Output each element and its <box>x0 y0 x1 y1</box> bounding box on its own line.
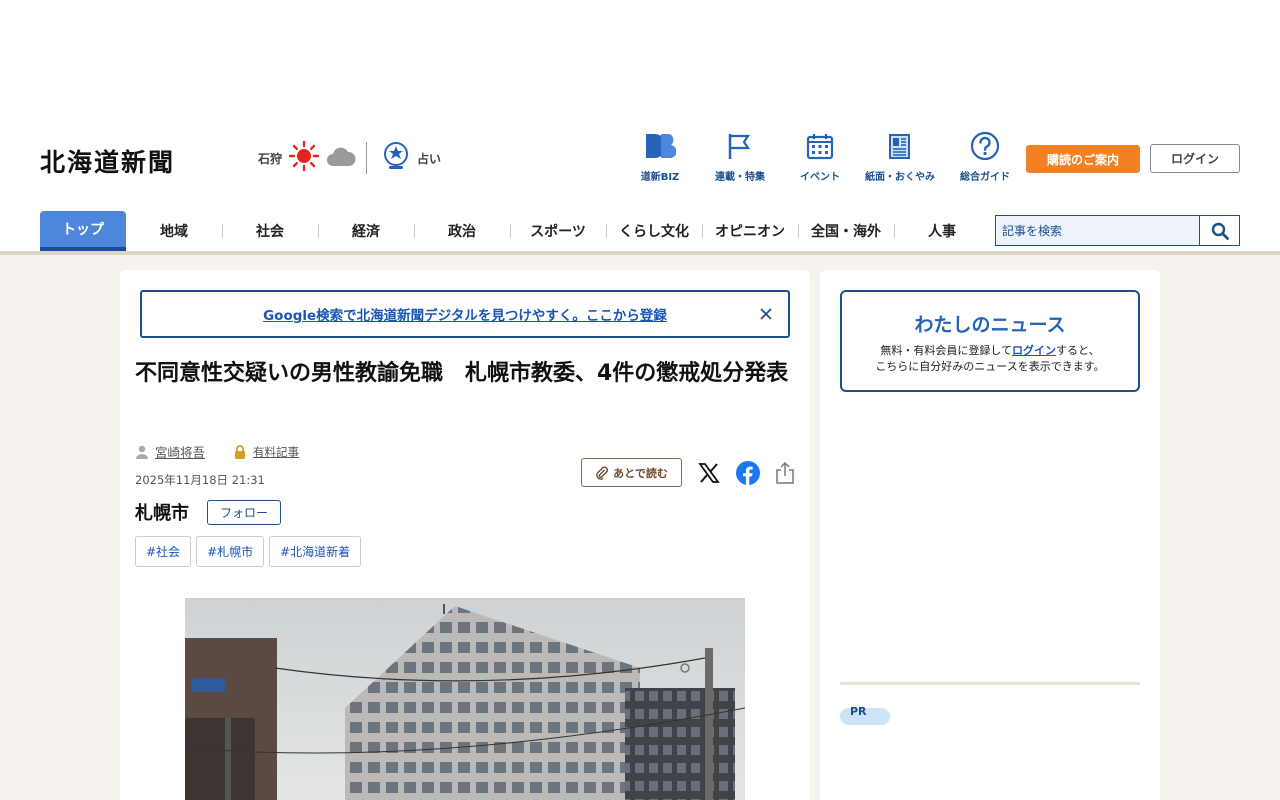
fortune-icon[interactable] <box>383 141 411 175</box>
google-register-banner: Google検索で北海道新聞デジタルを見つけやすく。ここから登録 <box>140 290 790 338</box>
nav-tab-economy[interactable]: 経済 <box>318 211 414 251</box>
my-news-description: 無料・有料会員に登録してログインすると、 こちらに自分好みのニュースを表示できま… <box>842 343 1138 375</box>
login-button[interactable]: ログイン <box>1150 144 1240 173</box>
tag-hokkaido-new[interactable]: #北海道新着 <box>269 536 362 567</box>
nav-paper-label: 紙面・おくやみ <box>865 172 935 183</box>
newspaper-icon <box>886 130 914 162</box>
search-button[interactable] <box>1199 216 1239 245</box>
nav-guide[interactable]: 総合ガイド <box>940 130 1030 183</box>
person-icon <box>136 445 148 459</box>
close-icon[interactable] <box>758 306 774 322</box>
site-logo[interactable]: 北海道新聞 <box>40 143 175 179</box>
nav-events[interactable]: イベント <box>780 130 860 183</box>
search-input[interactable] <box>996 216 1199 245</box>
article-main: Google検索で北海道新聞デジタルを見つけやすく。ここから登録 不同意性交疑い… <box>120 270 810 800</box>
facebook-icon <box>736 461 760 485</box>
top-ad-space <box>0 0 1280 120</box>
cloud-icon <box>326 142 356 174</box>
weather-widget[interactable]: 石狩 占い <box>258 140 442 176</box>
weather-divider <box>366 142 368 174</box>
article-photo <box>185 598 745 800</box>
location-name: 札幌市 <box>135 503 189 524</box>
nav-biz-label: 道新BIZ <box>640 172 680 183</box>
article-title: 不同意性交疑いの男性教諭免職 札幌市教委、4件の懲戒処分発表 <box>135 361 789 386</box>
tag-list: #社会 #札幌市 #北海道新着 <box>135 536 362 567</box>
biz-icon <box>644 130 676 162</box>
tag-society[interactable]: #社会 <box>135 536 192 567</box>
nav-tab-region[interactable]: 地域 <box>126 211 222 251</box>
tag-sapporo[interactable]: #札幌市 <box>196 536 265 567</box>
author-link[interactable]: 宮崎将吾 <box>155 442 205 461</box>
nav-tab-society[interactable]: 社会 <box>222 211 318 251</box>
read-later-label: あとで読む <box>613 466 668 480</box>
follow-button[interactable]: フォロー <box>207 499 281 525</box>
x-icon <box>698 463 720 483</box>
google-register-link[interactable]: Google検索で北海道新聞デジタルを見つけやすく。ここから登録 <box>263 304 667 324</box>
my-news-box: わたしのニュース 無料・有料会員に登録してログインすると、 こちらに自分好みのニ… <box>840 290 1140 392</box>
nav-guide-label: 総合ガイド <box>960 172 1010 183</box>
calendar-icon <box>806 130 834 162</box>
category-nav: トップ 地域 社会 経済 政治 スポーツ くらし文化 オピニオン 全国・海外 人… <box>40 211 990 251</box>
byline: 宮崎将吾 有料記事 <box>135 442 299 461</box>
clip-icon <box>596 466 609 480</box>
flag-icon <box>726 130 754 162</box>
read-later-button[interactable]: あとで読む <box>581 458 682 487</box>
nav-tab-lifestyle[interactable]: くらし文化 <box>606 211 702 251</box>
nav-tab-opinion[interactable]: オピニオン <box>702 211 798 251</box>
nav-biz[interactable]: 道新BIZ <box>620 130 700 183</box>
question-icon <box>970 130 1000 162</box>
share-facebook-button[interactable] <box>735 460 761 486</box>
location-row: 札幌市 フォロー <box>135 499 281 525</box>
my-news-text-1: 無料・有料会員に登録して <box>880 344 1013 357</box>
lock-icon <box>235 444 246 459</box>
my-news-title: わたしのニュース <box>914 314 1066 336</box>
nav-events-label: イベント <box>800 172 840 183</box>
article-search <box>995 215 1240 246</box>
nav-tab-top[interactable]: トップ <box>40 211 126 251</box>
pr-badge: PR <box>840 706 890 725</box>
sidebar-divider <box>840 682 1140 685</box>
sidebar: わたしのニュース 無料・有料会員に登録してログインすると、 こちらに自分好みのニ… <box>820 270 1160 800</box>
paid-article-label[interactable]: 有料記事 <box>253 444 299 460</box>
nav-tab-sports[interactable]: スポーツ <box>510 211 606 251</box>
header-icon-nav: 道新BIZ 連載・特集 イベント 紙面・おくやみ 総合ガイド <box>620 130 1030 183</box>
share-icon <box>776 461 794 484</box>
sun-icon <box>288 140 320 176</box>
nav-paper[interactable]: 紙面・おくやみ <box>860 130 940 183</box>
share-other-button[interactable] <box>772 460 798 486</box>
weather-city: 石狩 <box>258 151 283 166</box>
nav-series-label: 連載・特集 <box>715 172 765 183</box>
my-news-login-link[interactable]: ログイン <box>1012 344 1056 357</box>
share-x-button[interactable] <box>696 460 722 486</box>
my-news-text-2: すると、 <box>1056 344 1100 357</box>
subscribe-button[interactable]: 購読のご案内 <box>1026 145 1140 173</box>
nav-tab-personnel[interactable]: 人事 <box>894 211 990 251</box>
nav-series[interactable]: 連載・特集 <box>700 130 780 183</box>
publish-date: 2025年11月18日 21:31 <box>135 473 265 487</box>
nav-tab-politics[interactable]: 政治 <box>414 211 510 251</box>
fortune-label: 占い <box>417 151 442 166</box>
search-icon <box>1211 222 1229 240</box>
my-news-text-3: こちらに自分好みのニュースを表示できます。 <box>875 360 1105 373</box>
nav-tab-national[interactable]: 全国・海外 <box>798 211 894 251</box>
